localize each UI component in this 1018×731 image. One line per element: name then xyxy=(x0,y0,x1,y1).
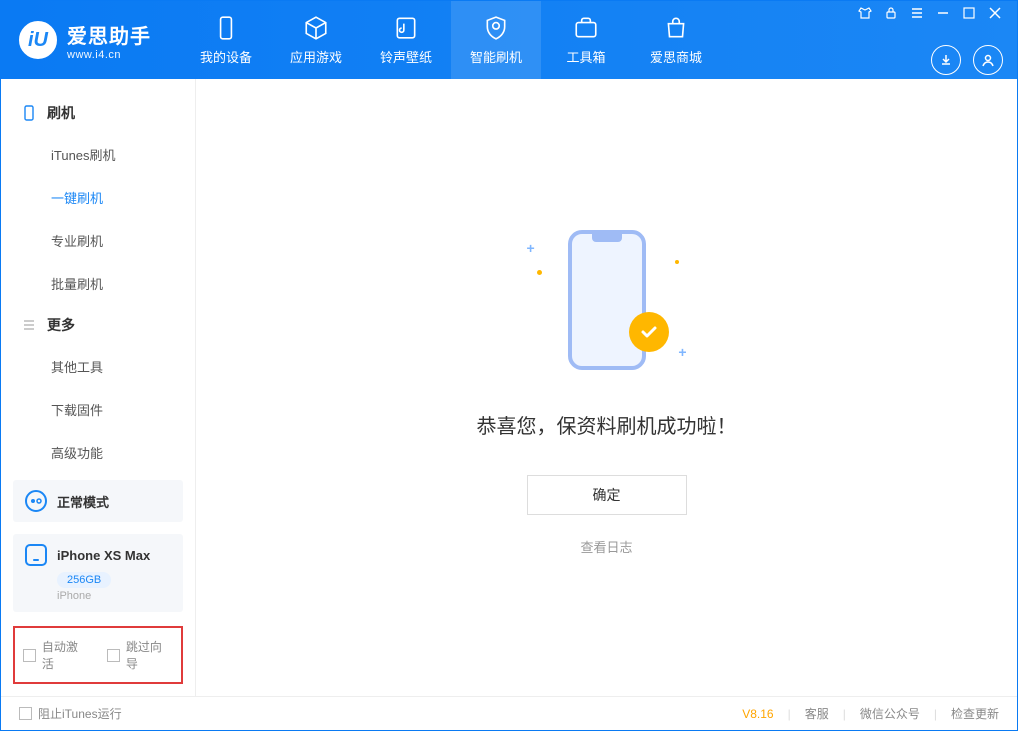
dot-icon xyxy=(537,270,542,275)
close-button[interactable] xyxy=(987,5,1003,21)
section-title: 刷机 xyxy=(47,103,75,123)
sidebar-section-more: 更多 xyxy=(1,305,195,345)
phone-icon xyxy=(21,105,37,121)
sidebar-item-download-fw[interactable]: 下载固件 xyxy=(1,388,195,431)
nav-label: 铃声壁纸 xyxy=(380,47,432,66)
sidebar-item-advanced[interactable]: 高级功能 xyxy=(1,431,195,474)
sparkle-icon: + xyxy=(678,344,686,360)
titlebar: iU 爱思助手 www.i4.cn 我的设备 应用游戏 铃声壁纸 智能刷机 xyxy=(1,1,1017,79)
app-url: www.i4.cn xyxy=(67,49,151,61)
cube-icon xyxy=(303,15,329,41)
sidebar-section-flash: 刷机 xyxy=(1,93,195,133)
shield-icon xyxy=(483,15,509,41)
chk-label: 自动激活 xyxy=(42,638,89,672)
statusbar: 阻止iTunes运行 V8.16 | 客服 | 微信公众号 | 检查更新 xyxy=(1,696,1017,730)
user-button[interactable] xyxy=(973,45,1003,75)
main-content: + + 恭喜您，保资料刷机成功啦！ 确定 查看日志 xyxy=(196,79,1017,696)
checkbox-icon xyxy=(107,649,120,662)
sparkle-icon: + xyxy=(527,240,535,256)
minimize-button[interactable] xyxy=(935,5,951,21)
list-icon xyxy=(21,317,37,333)
chk-label: 跳过向导 xyxy=(126,638,173,672)
sidebar-item-oneclick-flash[interactable]: 一键刷机 xyxy=(1,176,195,219)
device-card[interactable]: iPhone XS Max 256GB iPhone xyxy=(13,534,183,612)
sidebar-item-pro-flash[interactable]: 专业刷机 xyxy=(1,219,195,262)
separator: | xyxy=(843,707,846,721)
device-small-icon xyxy=(25,544,47,566)
shirt-icon[interactable] xyxy=(857,5,873,21)
dot-icon xyxy=(675,260,679,264)
download-button[interactable] xyxy=(931,45,961,75)
nav-apps[interactable]: 应用游戏 xyxy=(271,1,361,79)
nav-my-device[interactable]: 我的设备 xyxy=(181,1,271,79)
success-illustration: + + xyxy=(527,220,687,380)
nav-flash[interactable]: 智能刷机 xyxy=(451,1,541,79)
logo-icon: iU xyxy=(19,21,57,59)
mode-label: 正常模式 xyxy=(57,492,109,511)
app-body: 刷机 iTunes刷机 一键刷机 专业刷机 批量刷机 更多 其他工具 下载固件 … xyxy=(1,79,1017,696)
check-badge-icon xyxy=(629,312,669,352)
titlebar-right xyxy=(857,5,1003,75)
separator: | xyxy=(788,707,791,721)
sidebar-item-itunes-flash[interactable]: iTunes刷机 xyxy=(1,133,195,176)
maximize-button[interactable] xyxy=(961,5,977,21)
chk-label: 阻止iTunes运行 xyxy=(38,705,122,722)
nav-ringtones[interactable]: 铃声壁纸 xyxy=(361,1,451,79)
separator: | xyxy=(934,707,937,721)
wechat-link[interactable]: 微信公众号 xyxy=(860,705,920,722)
checkbox-skip-guide[interactable]: 跳过向导 xyxy=(107,638,173,672)
bottom-options-highlight: 自动激活 跳过向导 xyxy=(13,626,183,684)
mode-card[interactable]: 正常模式 xyxy=(13,480,183,522)
nav-label: 应用游戏 xyxy=(290,47,342,66)
sidebar-item-batch-flash[interactable]: 批量刷机 xyxy=(1,262,195,305)
sidebar-item-other-tools[interactable]: 其他工具 xyxy=(1,345,195,388)
nav-mall[interactable]: 爱思商城 xyxy=(631,1,721,79)
ok-button[interactable]: 确定 xyxy=(527,475,687,515)
logo: iU 爱思助手 www.i4.cn xyxy=(19,20,151,61)
lock-icon[interactable] xyxy=(883,5,899,21)
sidebar: 刷机 iTunes刷机 一键刷机 专业刷机 批量刷机 更多 其他工具 下载固件 … xyxy=(1,79,196,696)
section-title: 更多 xyxy=(47,315,75,335)
version-label: V8.16 xyxy=(742,707,773,721)
view-log-link[interactable]: 查看日志 xyxy=(580,537,632,556)
app-title: 爱思助手 xyxy=(67,20,151,49)
briefcase-icon xyxy=(573,15,599,41)
window-controls xyxy=(857,5,1003,21)
nav-toolbox[interactable]: 工具箱 xyxy=(541,1,631,79)
bag-icon xyxy=(663,15,689,41)
main-nav: 我的设备 应用游戏 铃声壁纸 智能刷机 工具箱 爱思商城 xyxy=(181,1,721,79)
checkbox-auto-activate[interactable]: 自动激活 xyxy=(23,638,89,672)
success-message: 恭喜您，保资料刷机成功啦！ xyxy=(477,410,737,439)
storage-pill: 256GB xyxy=(57,572,111,588)
mode-icon xyxy=(25,490,47,512)
support-link[interactable]: 客服 xyxy=(805,705,829,722)
checkbox-icon xyxy=(23,649,36,662)
nav-label: 智能刷机 xyxy=(470,47,522,66)
device-name: iPhone XS Max xyxy=(57,548,150,563)
device-type: iPhone xyxy=(57,590,171,602)
update-link[interactable]: 检查更新 xyxy=(951,705,999,722)
checkbox-icon xyxy=(19,707,32,720)
menu-icon[interactable] xyxy=(909,5,925,21)
phone-outline-icon xyxy=(568,230,646,370)
nav-label: 爱思商城 xyxy=(650,47,702,66)
checkbox-block-itunes[interactable]: 阻止iTunes运行 xyxy=(19,705,122,722)
music-icon xyxy=(393,15,419,41)
device-icon xyxy=(213,15,239,41)
nav-label: 工具箱 xyxy=(566,47,605,66)
app-window: iU 爱思助手 www.i4.cn 我的设备 应用游戏 铃声壁纸 智能刷机 xyxy=(0,0,1018,731)
nav-label: 我的设备 xyxy=(200,47,252,66)
